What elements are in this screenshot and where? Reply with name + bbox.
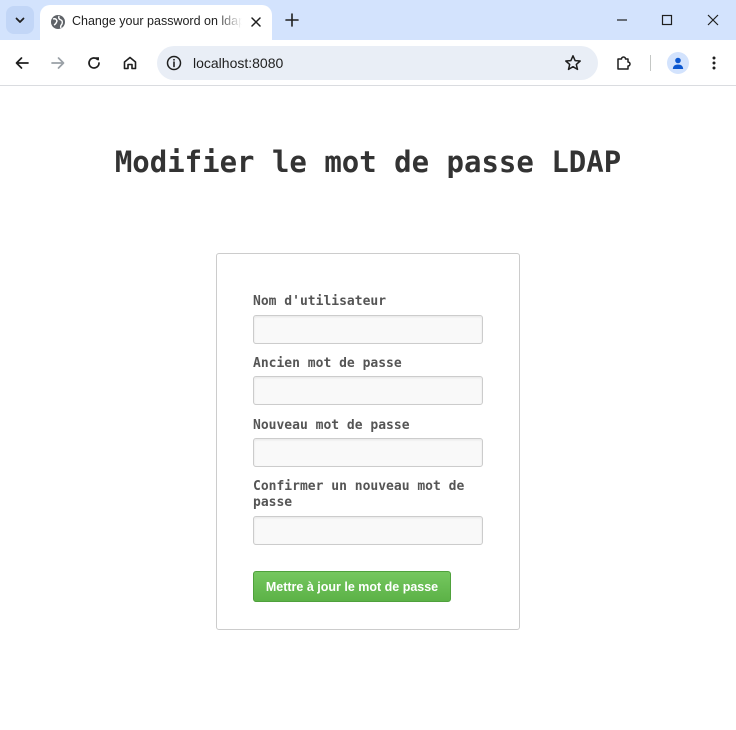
browser-toolbar: localhost:8080: [0, 40, 736, 86]
username-label: Nom d'utilisateur: [253, 294, 387, 309]
home-button[interactable]: [116, 49, 144, 77]
active-tab[interactable]: Change your password on ldap: [40, 5, 272, 40]
plus-icon: [285, 13, 299, 27]
username-input[interactable]: [253, 315, 483, 344]
confirm-password-label: Confirmer un nouveau mot de passe: [253, 479, 465, 510]
url-text: localhost:8080: [193, 55, 284, 71]
maximize-icon: [661, 14, 673, 26]
avatar: [667, 52, 689, 74]
new-password-label: Nouveau mot de passe: [253, 418, 410, 433]
password-form: Nom d'utilisateur Ancien mot de passe No…: [216, 253, 520, 630]
page-title: Modifier le mot de passe LDAP: [114, 145, 622, 179]
old-password-label: Ancien mot de passe: [253, 356, 402, 371]
tab-close-button[interactable]: [247, 13, 265, 31]
browser-menu-button[interactable]: [700, 49, 728, 77]
more-vertical-icon: [712, 56, 716, 70]
tab-search-button[interactable]: [6, 6, 34, 34]
arrow-right-icon: [51, 57, 65, 69]
chevron-down-icon: [15, 17, 25, 23]
close-icon: [707, 14, 719, 26]
confirm-password-input[interactable]: [253, 516, 483, 545]
new-password-input[interactable]: [253, 438, 483, 467]
star-icon: [565, 55, 581, 71]
minimize-icon: [617, 19, 627, 21]
reload-icon: [88, 57, 100, 69]
new-tab-button[interactable]: [281, 9, 303, 31]
home-icon: [123, 56, 137, 70]
old-password-input[interactable]: [253, 376, 483, 405]
bookmark-button[interactable]: [563, 53, 583, 73]
tab-strip: Change your password on ldap: [0, 0, 736, 40]
info-icon: [166, 55, 182, 71]
minimize-button[interactable]: [604, 6, 640, 34]
person-icon: [672, 57, 684, 69]
maximize-button[interactable]: [649, 6, 685, 34]
profile-button[interactable]: [664, 49, 692, 77]
reload-button[interactable]: [80, 49, 108, 77]
tab-title: Change your password on ldap: [72, 14, 242, 28]
toolbar-divider: [650, 55, 651, 71]
close-icon: [251, 17, 261, 27]
forward-button[interactable]: [44, 49, 72, 77]
page-content: Modifier le mot de passe LDAP Nom d'util…: [0, 87, 736, 730]
extensions-button[interactable]: [610, 49, 638, 77]
address-bar[interactable]: localhost:8080: [157, 46, 598, 80]
arrow-left-icon: [15, 57, 29, 69]
globe-icon: [51, 15, 65, 29]
back-button[interactable]: [8, 49, 36, 77]
update-password-button[interactable]: Mettre à jour le mot de passe: [253, 571, 451, 602]
puzzle-icon: [617, 56, 631, 70]
close-window-button[interactable]: [695, 6, 731, 34]
site-info-button[interactable]: [165, 54, 183, 72]
